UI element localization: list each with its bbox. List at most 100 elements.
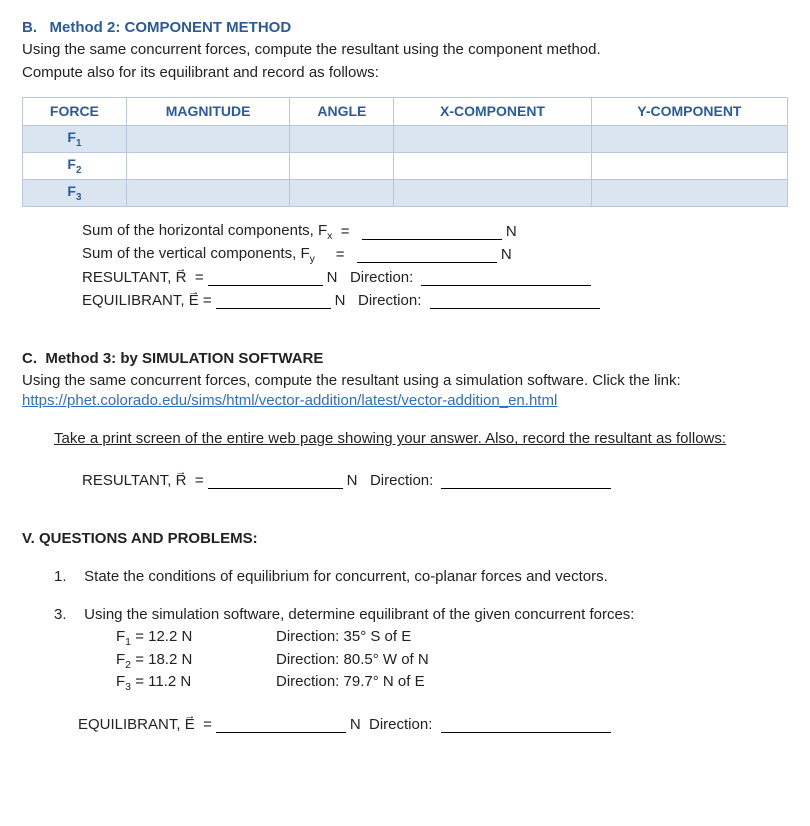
cell [126,125,290,152]
blank-input[interactable] [441,472,611,489]
blank-input[interactable] [216,292,331,309]
cell [290,179,394,206]
th-force: FORCE [23,97,127,125]
blank-input[interactable] [216,716,346,733]
resultant-label: RESULTANT, [82,472,176,489]
section-b-prefix: B. [22,19,37,36]
section-b-title: Method 2: COMPONENT METHOD [50,19,292,36]
equilibrant-line: EQUILIBRANT, E = N Direction: [82,290,788,313]
force-row-1: F1 = 12.2 N Direction: 35° S of E [116,627,788,649]
cell [290,125,394,152]
row-label-f2: F2 [23,152,127,179]
f3-name: F3 = 11.2 N [116,672,276,694]
blank-input[interactable] [430,292,600,309]
row-label-f1: F1 [23,125,127,152]
blank-input[interactable] [362,223,502,240]
f3-dir: Direction: 79.7° N of E [276,672,425,694]
section-b-intro2: Compute also for its equilibrant and rec… [22,63,788,83]
section-c-instruction: Take a print screen of the entire web pa… [22,429,788,449]
equals-sign: = [341,223,350,240]
direction-label: Direction: [350,269,413,286]
question-3: 3. Using the simulation software, determ… [22,605,788,625]
th-ycomponent: Y-COMPONENT [591,97,787,125]
equilibrant-label: EQUILIBRANT, [82,292,189,309]
equals-sign: = [336,246,345,263]
equilibrant-label: EQUILIBRANT, [78,716,185,733]
force-row-2: F2 = 18.2 N Direction: 80.5° W of N [116,650,788,672]
sum-horizontal-line: Sum of the horizontal components, Fx = N [82,221,788,244]
blank-input[interactable] [208,269,323,286]
table-row: F3 [23,179,788,206]
section-c-heading: C. Method 3: by SIMULATION SOFTWARE [22,349,788,369]
sum-h-label: Sum of the horizontal components, F [82,222,327,239]
equals-sign: = [203,716,212,733]
sum-v-label: Sum of the vertical components, F [82,245,310,262]
unit-n: N [327,268,338,288]
unit-n: N [347,471,358,491]
q1-text: State the conditions of equilibrium for … [84,568,608,585]
q3-num: 3. [54,605,80,625]
blank-input[interactable] [421,269,591,286]
cell [394,125,592,152]
section-c-prefix: C. [22,350,37,367]
th-angle: ANGLE [290,97,394,125]
cell [591,179,787,206]
unit-n: N [350,715,361,735]
equals-sign: = [195,269,204,286]
section-v-title: V. QUESTIONS AND PROBLEMS: [22,529,788,549]
q1-num: 1. [54,567,80,587]
table-row: F1 [23,125,788,152]
blank-input[interactable] [208,472,343,489]
cell [126,152,290,179]
equilibrant-block-v: EQUILIBRANT, E = N Direction: [22,714,788,737]
section-c-intro-text: Using the same concurrent forces, comput… [22,372,681,389]
calc-block-b: Sum of the horizontal components, Fx = N… [22,221,788,313]
blank-input[interactable] [441,716,611,733]
cell [126,179,290,206]
force-table: FORCE MAGNITUDE ANGLE X-COMPONENT Y-COMP… [22,97,788,207]
unit-n: N [335,291,346,311]
equals-sign: = [195,472,204,489]
equilibrant-line-v: EQUILIBRANT, E = N Direction: [78,714,788,737]
section-c: C. Method 3: by SIMULATION SOFTWARE Usin… [22,349,788,493]
force-row-3: F3 = 11.2 N Direction: 79.7° N of E [116,672,788,694]
f1-dir: Direction: 35° S of E [276,627,411,649]
unit-n: N [501,245,512,265]
f2-dir: Direction: 80.5° W of N [276,650,429,672]
equals-sign: = [203,292,212,309]
blank-input[interactable] [357,246,497,263]
table-header-row: FORCE MAGNITUDE ANGLE X-COMPONENT Y-COMP… [23,97,788,125]
f1-mag: = 12.2 N [135,628,192,645]
dir-label: Direction: [276,673,339,690]
dir-value: 35° S of E [344,628,412,645]
direction-label: Direction: [369,716,432,733]
f2-name: F2 = 18.2 N [116,650,276,672]
dir-value: 79.7° N of E [344,673,425,690]
phet-link[interactable]: https://phet.colorado.edu/sims/html/vect… [22,392,557,409]
cell [591,125,787,152]
force-list: F1 = 12.2 N Direction: 35° S of E F2 = 1… [22,627,788,694]
th-xcomponent: X-COMPONENT [394,97,592,125]
q3-text: Using the simulation software, determine… [84,606,634,623]
direction-label: Direction: [358,292,421,309]
cell [394,179,592,206]
question-1: 1. State the conditions of equilibrium f… [22,567,788,587]
resultant-line-c: RESULTANT, R = N Direction: [82,470,788,493]
section-c-intro: Using the same concurrent forces, comput… [22,371,788,412]
section-b-heading: B. Method 2: COMPONENT METHOD [22,18,788,38]
th-magnitude: MAGNITUDE [126,97,290,125]
resultant-label: RESULTANT, [82,269,176,286]
section-b-intro1: Using the same concurrent forces, comput… [22,40,788,60]
section-c-title: Method 3: by SIMULATION SOFTWARE [45,350,323,367]
vector-r: R [176,269,187,286]
section-v: V. QUESTIONS AND PROBLEMS: 1. State the … [22,529,788,737]
sum-vertical-line: Sum of the vertical components, Fy = N [82,244,788,267]
f1-name: F1 = 12.2 N [116,627,276,649]
calc-block-c: RESULTANT, R = N Direction: [22,470,788,493]
direction-label: Direction: [370,472,433,489]
dir-label: Direction: [276,628,339,645]
vector-e: E [185,716,195,733]
f3-mag: = 11.2 N [135,673,191,690]
cell [290,152,394,179]
f2-mag: = 18.2 N [135,651,192,668]
